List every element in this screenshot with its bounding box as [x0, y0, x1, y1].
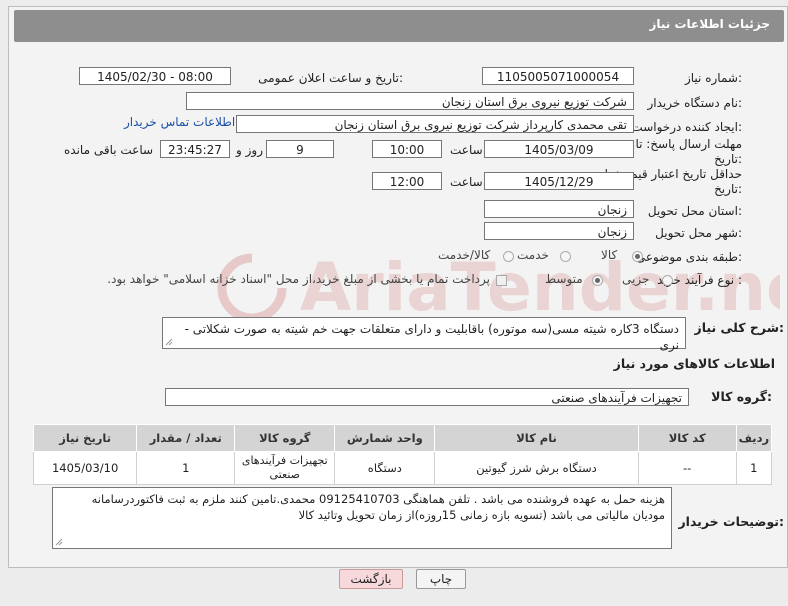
city-label: شهر محل تحویل:	[655, 226, 742, 240]
remaining-time-field: 23:45:27	[160, 140, 230, 158]
goods-group-label: گروه کالا:	[711, 389, 772, 404]
days-field: 9	[266, 140, 334, 158]
goods-table: ردیف کد کالا نام کالا واحد شمارش گروه کا…	[32, 424, 773, 485]
buyer-notes-line-2: مودیان مالیاتی می باشد (تسویه بازه زمانی…	[298, 508, 665, 522]
category-service-radio[interactable]	[560, 251, 571, 262]
col-row: ردیف	[735, 424, 773, 452]
resize-grip-icon[interactable]	[55, 538, 63, 546]
requester-label: ایجاد کننده درخواست:	[631, 120, 742, 134]
description-field: دستگاه 3کاره شیته مسی(سه موتوره) باقابلی…	[162, 317, 686, 352]
buyer-notes-field: هزینه حمل به عهده فروشنده می باشد . تلفن…	[52, 487, 672, 549]
province-label: استان محل تحویل:	[647, 204, 742, 218]
col-unit: واحد شمارش	[334, 424, 436, 452]
category-service-label: خدمت	[517, 248, 549, 262]
col-name: نام کالا	[434, 424, 639, 452]
city-field: زنجان	[484, 222, 634, 240]
table-row: 1 -- دستگاه برش شرز گیوتین دستگاه تجهیزا…	[32, 451, 773, 485]
print-button[interactable]: چاپ	[416, 569, 466, 589]
process-minor-label: جزیی	[622, 272, 650, 286]
days-label: روز و	[236, 143, 263, 157]
category-goods-service-label: کالا/خدمت	[438, 248, 491, 262]
process-medium-label: متوسط	[545, 272, 583, 286]
contact-info-link[interactable]: اطلاعات تماس خریدار	[124, 115, 235, 129]
deadline-hour-label: ساعت	[450, 143, 483, 157]
description-text: دستگاه 3کاره شیته مسی(سه موتوره) باقابلی…	[184, 322, 679, 352]
requester-field: تقی محمدی کارپرداز شرکت توزیع نیروی برق …	[236, 115, 634, 133]
category-label: طبقه بندی موضوعی:	[635, 250, 742, 264]
validity-time-field: 12:00	[372, 172, 442, 190]
category-goods-service-radio[interactable]	[503, 251, 514, 262]
announce-field: 1405/02/30 - 08:00	[79, 67, 231, 85]
buyer-org-label: نام دستگاه خریدار:	[647, 96, 743, 110]
need-number-field: 1105005071000054	[482, 67, 634, 85]
page-title: جزئیات اطلاعات نیاز	[649, 17, 770, 31]
description-label: شرح کلی نیاز:	[694, 320, 785, 335]
province-field: زنجان	[484, 200, 634, 218]
page-header: جزئیات اطلاعات نیاز	[14, 10, 784, 42]
deadline-time-field: 10:00	[372, 140, 442, 158]
category-goods-radio[interactable]	[632, 251, 643, 262]
cell-group: تجهیزات فرآیندهای صنعتی	[234, 451, 336, 485]
back-button[interactable]: بازگشت	[339, 569, 403, 589]
col-code: کد کالا	[637, 424, 737, 452]
table-header-row: ردیف کد کالا نام کالا واحد شمارش گروه کا…	[32, 424, 773, 452]
deadline-label: مهلت ارسال پاسخ: تا تاریخ:	[635, 137, 742, 166]
cell-row: 1	[735, 451, 773, 485]
col-date: تاریخ نیاز	[32, 424, 138, 452]
buyer-notes-line-1: هزینه حمل به عهده فروشنده می باشد . تلفن…	[91, 492, 665, 506]
validity-date-field: 1405/12/29	[484, 172, 634, 190]
goods-group-field: تجهیزات فرآیندهای صنعتی	[165, 388, 689, 406]
remaining-label: ساعت باقی مانده	[64, 143, 154, 157]
announce-label: تاریخ و ساعت اعلان عمومی:	[258, 71, 403, 85]
deadline-date-field: 1405/03/09	[484, 140, 634, 158]
process-minor-radio[interactable]	[662, 275, 673, 286]
buyer-org-field: شرکت توزیع نیروی برق استان زنجان	[186, 92, 634, 110]
goods-section-title: اطلاعات کالاهای مورد نیاز	[613, 356, 775, 371]
cell-qty: 1	[136, 451, 236, 485]
treasury-note: پرداخت تمام یا بخشی از مبلغ خرید،از محل …	[107, 272, 490, 286]
resize-grip-icon[interactable]	[165, 338, 173, 346]
category-goods-label: کالا	[601, 248, 618, 262]
validity-hour-label: ساعت	[450, 175, 483, 189]
need-number-label: شماره نیاز:	[684, 71, 742, 85]
col-qty: تعداد / مقدار	[136, 424, 236, 452]
buyer-notes-label: توضیحات خریدار:	[678, 514, 784, 529]
cell-date: 1405/03/10	[32, 451, 138, 485]
cell-name: دستگاه برش شرز گیوتین	[434, 451, 639, 485]
process-medium-radio[interactable]	[592, 275, 603, 286]
cell-unit: دستگاه	[334, 451, 436, 485]
cell-code: --	[637, 451, 737, 485]
treasury-checkbox[interactable]	[496, 275, 507, 286]
col-group: گروه کالا	[234, 424, 336, 452]
